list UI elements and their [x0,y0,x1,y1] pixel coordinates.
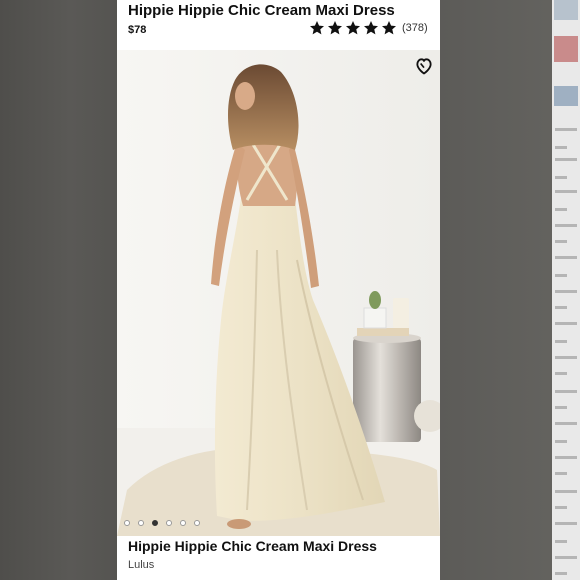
gallery-dot[interactable] [138,520,144,526]
side-thumb [554,86,578,106]
product-card[interactable]: Hippie Hippie Chic Cream Maxi Dress $78 … [117,0,440,580]
rating[interactable]: (378) [309,20,428,36]
star-icon [346,21,360,35]
gallery-dot[interactable] [124,520,130,526]
heart-icon[interactable] [414,56,434,76]
star-icon [364,21,378,35]
product-title[interactable]: Hippie Hippie Chic Cream Maxi Dress [128,2,395,19]
star-icon [382,21,396,35]
gallery-dot[interactable] [166,520,172,526]
brand-name[interactable]: Lulus [128,559,154,571]
side-thumb [554,36,578,62]
dress-model-image [117,50,440,536]
background-left [0,0,117,580]
star-icon [310,21,324,35]
star-icon [328,21,342,35]
side-thumb [554,0,578,20]
review-count[interactable]: (378) [402,22,428,34]
product-title-caption[interactable]: Hippie Hippie Chic Cream Maxi Dress [128,538,377,554]
gallery-dot[interactable] [180,520,186,526]
product-price: $78 [128,24,147,36]
product-photo[interactable] [117,50,440,536]
gallery-dot[interactable] [194,520,200,526]
gallery-pagination[interactable] [124,520,200,526]
side-thumbnail-strip [552,0,580,580]
gallery-dot-active[interactable] [152,520,158,526]
